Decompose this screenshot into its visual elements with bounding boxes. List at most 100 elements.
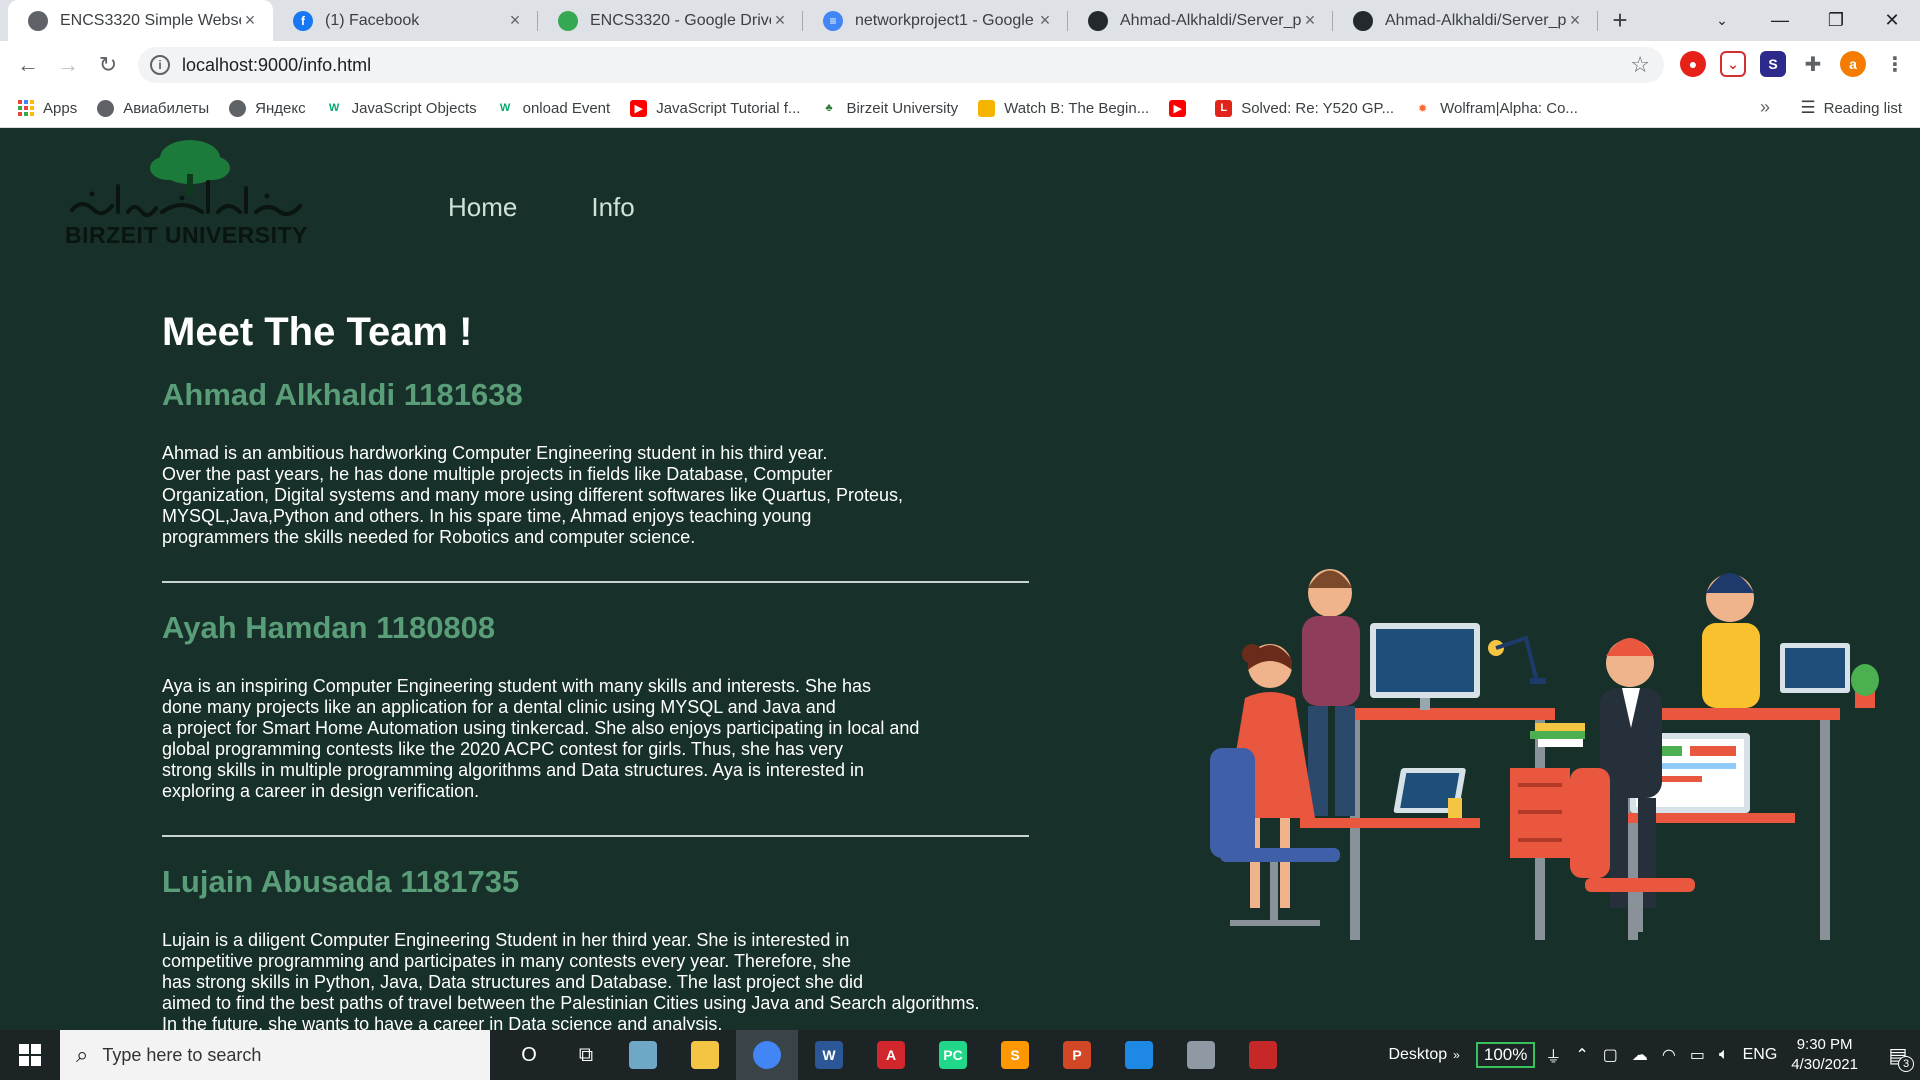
notification-count: 3 [1898, 1056, 1914, 1072]
team-member: Ayah Hamdan 1180808 Aya is an inspiring … [162, 610, 1032, 837]
more-bookmarks-icon[interactable]: » [1760, 97, 1770, 118]
extensions-puzzle-icon[interactable]: ✚ [1800, 51, 1826, 77]
power-plug-icon[interactable]: ⏚ [1545, 1043, 1561, 1067]
chevron-icon[interactable]: » [1453, 1048, 1460, 1062]
bookmark-item[interactable]: ▶ JavaScript Tutorial f... [630, 99, 800, 117]
tab-strip: ENCS3320 Simple Webserve×f(1) Facebook×E… [0, 0, 1920, 41]
adblock-extension-icon[interactable]: ● [1680, 51, 1706, 77]
nav-info-link[interactable]: Info [591, 192, 634, 223]
bookmark-label: Apps [43, 99, 78, 117]
chrome-taskbar-button[interactable] [736, 1030, 798, 1080]
browser-tab[interactable]: ENCS3320 Simple Webserve× [8, 0, 273, 41]
desktop-toolbar-label[interactable]: Desktop [1388, 1046, 1447, 1064]
battery-icon[interactable]: ▭ [1690, 1045, 1705, 1065]
snip-taskbar-button[interactable] [1170, 1030, 1232, 1080]
browser-tab[interactable]: ≡ networkproject1 - Google D × [803, 0, 1068, 41]
browser-tab[interactable]: ENCS3320 - Google Drive × [538, 0, 803, 41]
bookmark-item[interactable]: Watch B: The Begin... [978, 99, 1150, 117]
profile-avatar[interactable]: a [1840, 51, 1866, 77]
task-view-taskbar-button[interactable]: ⧉ [560, 1030, 612, 1080]
file-explorer-taskbar-button[interactable] [674, 1030, 736, 1080]
bookmark-item[interactable]: W JavaScript Objects [326, 100, 477, 117]
back-icon[interactable]: ← [8, 45, 48, 85]
forward-icon[interactable]: → [48, 45, 88, 85]
bookmark-item[interactable]: Яндекс [229, 99, 306, 117]
bookmark-item[interactable]: Apps [18, 100, 77, 117]
team-member: Lujain Abusada 1181735 Lujain is a dilig… [162, 864, 1032, 1035]
cortana-taskbar-button[interactable]: O [498, 1030, 560, 1080]
powerpoint-taskbar-button[interactable]: P [1046, 1030, 1108, 1080]
wifi-icon[interactable]: ◠ [1662, 1045, 1676, 1065]
clock-date: 4/30/2021 [1791, 1056, 1858, 1073]
notepad-taskbar-button[interactable] [612, 1030, 674, 1080]
facebook-icon: f [293, 10, 313, 31]
reading-list-icon: ☰ [1800, 98, 1816, 117]
bookmark-item[interactable]: Wonload Event [497, 100, 610, 117]
browser-tab[interactable]: Ahmad-Alkhaldi/Server_pyt × [1068, 0, 1333, 41]
close-tab-icon[interactable]: × [506, 10, 524, 31]
github-icon [1353, 10, 1373, 31]
notifications-button[interactable]: ▤ 3 [1876, 1030, 1920, 1080]
search-icon: ⌕ [76, 1042, 89, 1067]
bookmark-item[interactable]: Авиабилеты [97, 99, 210, 117]
show-hidden-icons[interactable]: ⌃ [1575, 1045, 1588, 1065]
pycharm-taskbar-button[interactable]: PC [922, 1030, 984, 1080]
globe-icon [97, 99, 115, 117]
bookmark-item[interactable]: ♣ Birzeit University [820, 100, 958, 117]
close-tab-icon[interactable]: × [1566, 10, 1584, 31]
chrome-icon [753, 1041, 781, 1069]
close-window-icon[interactable]: ✕ [1864, 0, 1920, 41]
photos-taskbar-button[interactable] [1108, 1030, 1170, 1080]
chrome-menu-icon[interactable]: ⋮ [1882, 51, 1908, 77]
sublime-taskbar-button[interactable]: S [984, 1030, 1046, 1080]
address-bar[interactable]: i localhost:9000/info.html ☆ [138, 47, 1664, 83]
member-name: Ahmad Alkhaldi 1181638 [162, 377, 523, 412]
taskbar-search-box[interactable]: ⌕ Type here to search [60, 1030, 490, 1080]
close-tab-icon[interactable]: × [241, 10, 259, 31]
tab-title: Ahmad-Alkhaldi/Server_pyt [1120, 11, 1301, 29]
new-tab-button[interactable]: + [1598, 0, 1642, 41]
meet-now-icon[interactable]: ▢ [1603, 1045, 1618, 1065]
reading-list-button[interactable]: ☰ Reading list [1800, 98, 1902, 118]
tab-search-icon[interactable]: ⌄ [1694, 0, 1750, 41]
browser-tab[interactable]: Ahmad-Alkhaldi/Server_pyt × [1333, 0, 1598, 41]
site-info-icon[interactable]: i [150, 55, 170, 75]
battery-percentage[interactable]: 100% [1475, 1042, 1536, 1068]
pocket-extension-icon[interactable]: ⌄ [1720, 51, 1746, 77]
lenovo-icon: L [1215, 99, 1233, 117]
onedrive-icon[interactable]: ☁ [1632, 1045, 1648, 1065]
close-tab-icon[interactable]: × [1036, 10, 1054, 31]
minimize-icon[interactable]: — [1752, 0, 1808, 41]
bookmark-star-icon[interactable]: ☆ [1630, 52, 1650, 78]
restore-icon[interactable]: ❐ [1808, 0, 1864, 41]
bookmarks-bar: Apps Авиабилеты Яндекс W JavaScript Objects W… [0, 89, 1920, 128]
acrobat-taskbar-button[interactable]: A [860, 1030, 922, 1080]
bookmark-label: Авиабилеты [123, 99, 210, 117]
bookmark-label: Watch B: The Begin... [1004, 99, 1150, 117]
team-member: Ahmad Alkhaldi 1181638 Ahmad is an ambit… [162, 377, 1032, 583]
task-view-icon: ⧉ [578, 1043, 594, 1066]
tab-title: networkproject1 - Google D [855, 11, 1036, 29]
w3schools-icon: W [328, 102, 340, 114]
language-indicator[interactable]: ENG [1743, 1046, 1778, 1064]
globe-icon [229, 99, 247, 117]
bookmark-label: Solved: Re: Y520 GP... [1241, 99, 1395, 117]
close-tab-icon[interactable]: × [1301, 10, 1319, 31]
extension-icon[interactable]: S [1760, 51, 1786, 77]
volume-icon[interactable]: 🔈︎ [1719, 1046, 1729, 1064]
bookmark-item[interactable]: ▶ [1169, 99, 1195, 117]
browser-tab[interactable]: f (1) Facebook × [273, 0, 538, 41]
github-icon [1088, 10, 1108, 31]
antivirus-taskbar-button[interactable] [1232, 1030, 1294, 1080]
start-button[interactable] [0, 1030, 60, 1080]
windows-logo-icon [19, 1044, 41, 1066]
bookmark-item[interactable]: L Solved: Re: Y520 GP... [1215, 99, 1395, 117]
bookmark-item[interactable]: ✹ Wolfram|Alpha: Co... [1414, 100, 1578, 117]
reading-list-label: Reading list [1823, 99, 1902, 117]
sublime-icon: S [1001, 1041, 1029, 1069]
clock[interactable]: 9:30 PM 4/30/2021 [1791, 1035, 1858, 1075]
nav-home-link[interactable]: Home [448, 192, 517, 223]
word-taskbar-button[interactable]: W [798, 1030, 860, 1080]
reload-icon[interactable]: ↻ [88, 45, 128, 85]
close-tab-icon[interactable]: × [771, 10, 789, 31]
